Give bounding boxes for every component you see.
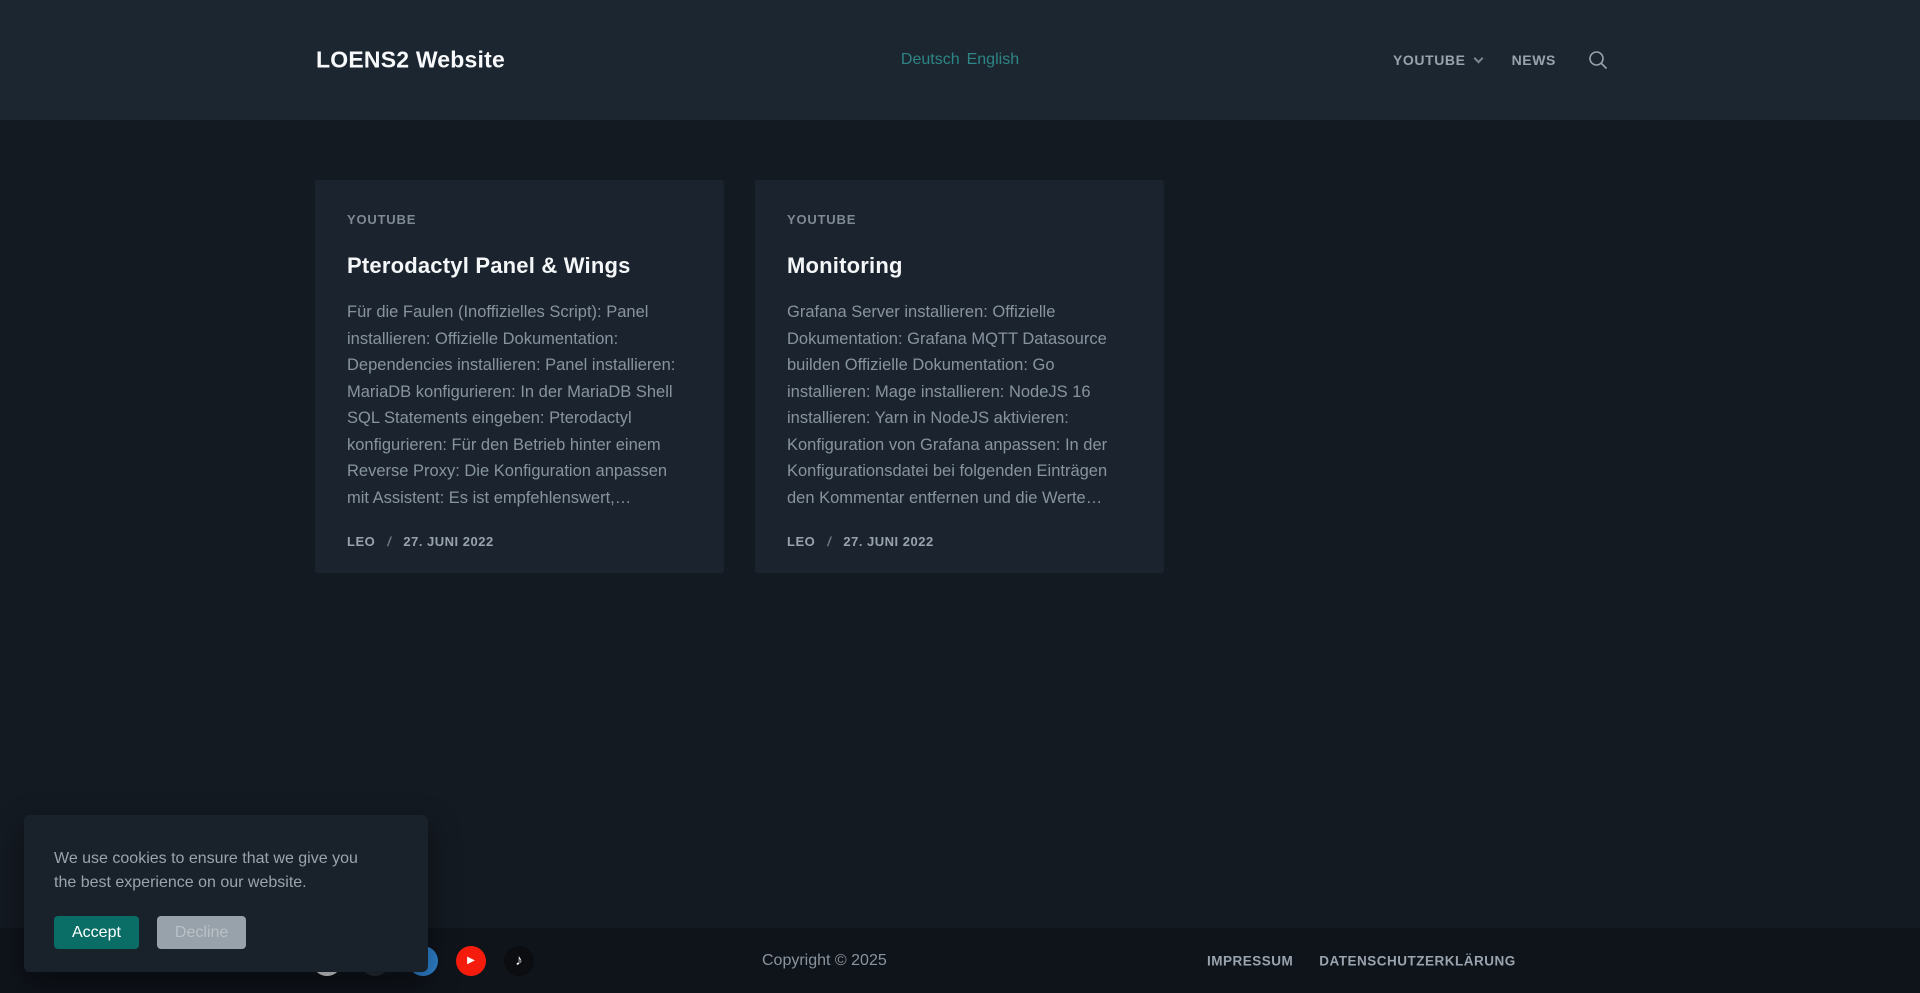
search-button[interactable]	[1586, 48, 1610, 72]
post-card: YOUTUBE Pterodactyl Panel & Wings Für di…	[315, 180, 724, 573]
post-card: YOUTUBE Monitoring Grafana Server instal…	[755, 180, 1164, 573]
nav-item-youtube-label: YOUTUBE	[1393, 52, 1466, 68]
post-title[interactable]: Monitoring	[787, 253, 1132, 279]
footer-link-datenschutz[interactable]: DATENSCHUTZERKLÄRUNG	[1319, 953, 1516, 968]
post-author-link[interactable]: LEO	[347, 534, 375, 549]
decline-cookies-button[interactable]: Decline	[157, 916, 246, 949]
post-grid: YOUTUBE Pterodactyl Panel & Wings Für di…	[315, 180, 1164, 573]
nav-item-news-label: NEWS	[1512, 52, 1556, 68]
nav-item-news[interactable]: NEWS	[1512, 52, 1556, 68]
lang-link-deutsch[interactable]: Deutsch	[901, 51, 960, 69]
meta-separator: /	[387, 534, 391, 549]
main-nav: YOUTUBE NEWS	[1393, 0, 1610, 120]
chevron-down-icon	[1473, 53, 1483, 63]
post-excerpt: Grafana Server installieren: Offizielle …	[787, 299, 1132, 511]
post-title[interactable]: Pterodactyl Panel & Wings	[347, 253, 692, 279]
post-category-link[interactable]: YOUTUBE	[347, 212, 416, 227]
post-excerpt: Für die Faulen (Inoffizielles Script): P…	[347, 299, 692, 511]
tiktok-note-glyph: ♪	[515, 953, 523, 968]
cookie-message: We use cookies to ensure that we give yo…	[54, 847, 384, 895]
post-date: 27. JUNI 2022	[843, 534, 933, 549]
search-icon	[1586, 48, 1610, 72]
footer-link-impressum[interactable]: IMPRESSUM	[1207, 953, 1293, 968]
site-title[interactable]: LOENS2 Website	[316, 47, 505, 74]
youtube-play-glyph: ▶	[467, 956, 475, 966]
lang-link-english[interactable]: English	[967, 51, 1019, 69]
cookie-buttons: Accept Decline	[54, 916, 398, 949]
meta-separator: /	[827, 534, 831, 549]
post-meta: LEO / 27. JUNI 2022	[787, 534, 934, 549]
post-author-link[interactable]: LEO	[787, 534, 815, 549]
footer-nav: IMPRESSUM DATENSCHUTZERKLÄRUNG	[1207, 953, 1516, 968]
tiktok-icon[interactable]: ♪	[504, 946, 534, 976]
accept-cookies-button[interactable]: Accept	[54, 916, 139, 949]
copyright-text: Copyright © 2025	[762, 952, 887, 970]
language-switcher: Deutsch English	[901, 51, 1019, 69]
youtube-icon[interactable]: ▶	[456, 946, 486, 976]
cookie-consent-banner: We use cookies to ensure that we give yo…	[24, 815, 428, 972]
post-date: 27. JUNI 2022	[403, 534, 493, 549]
nav-item-youtube[interactable]: YOUTUBE	[1393, 52, 1482, 68]
site-header: LOENS2 Website Deutsch English YOUTUBE N…	[0, 0, 1920, 120]
post-meta: LEO / 27. JUNI 2022	[347, 534, 494, 549]
post-category-link[interactable]: YOUTUBE	[787, 212, 856, 227]
